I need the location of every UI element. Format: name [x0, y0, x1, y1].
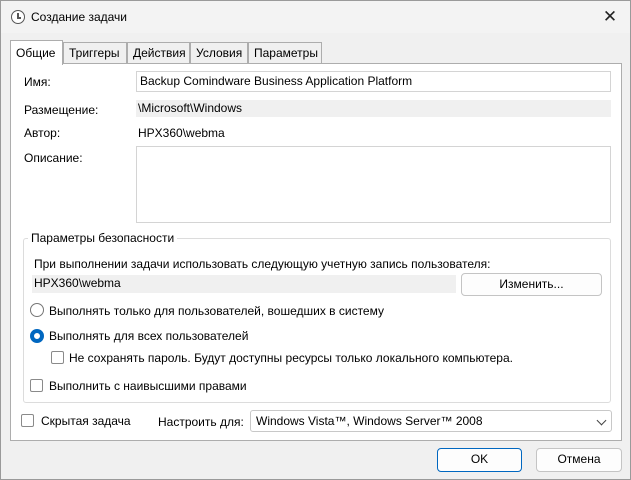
location-value: \Microsoft\Windows — [136, 100, 611, 117]
description-label: Описание: — [24, 151, 83, 165]
title-bar: Создание задачи ✕ — [1, 1, 630, 33]
name-label: Имя: — [24, 75, 51, 89]
radio-all-users[interactable] — [30, 329, 44, 343]
configure-for-select[interactable]: Windows Vista™, Windows Server™ 2008 — [250, 410, 612, 432]
tab-conditions[interactable]: Условия — [190, 42, 248, 63]
configure-for-value: Windows Vista™, Windows Server™ 2008 — [256, 414, 483, 428]
radio-logged-on-label[interactable]: Выполнять только для пользователей, воше… — [49, 304, 384, 318]
checkbox-highest-privileges[interactable] — [30, 379, 43, 392]
name-input[interactable]: Backup Comindware Business Application P… — [136, 71, 611, 92]
tab-general[interactable]: Общие — [10, 40, 63, 65]
configure-for-label: Настроить для: — [158, 415, 244, 429]
cancel-button[interactable]: Отмена — [536, 448, 622, 472]
account-value: HPX360\webma — [32, 275, 456, 293]
radio-all-users-label[interactable]: Выполнять для всех пользователей — [49, 329, 248, 343]
close-button[interactable]: ✕ — [597, 5, 623, 29]
window-title: Создание задачи — [31, 10, 127, 24]
clock-icon — [11, 10, 25, 24]
change-account-button[interactable]: Изменить... — [461, 273, 602, 296]
checkbox-hidden-task[interactable] — [21, 414, 34, 427]
tab-actions[interactable]: Действия — [127, 42, 190, 63]
description-textarea[interactable] — [136, 146, 611, 223]
author-value: HPX360\webma — [138, 126, 225, 140]
ok-button[interactable]: OK — [437, 448, 522, 472]
chevron-down-icon — [596, 415, 607, 426]
security-group-title: Параметры безопасности — [28, 231, 178, 245]
author-label: Автор: — [24, 126, 61, 140]
account-prompt: При выполнении задачи использовать следу… — [34, 257, 491, 271]
checkbox-highest-label[interactable]: Выполнить с наивысшими правами — [49, 379, 247, 393]
checkbox-do-not-store-password[interactable] — [51, 351, 64, 364]
radio-logged-on-only[interactable] — [30, 303, 44, 317]
task-create-dialog: Создание задачи ✕ Общие Триггеры Действи… — [0, 0, 631, 480]
tab-settings[interactable]: Параметры — [248, 42, 322, 63]
hidden-task-label[interactable]: Скрытая задача — [41, 414, 131, 428]
tab-triggers[interactable]: Триггеры — [63, 42, 127, 63]
location-label: Размещение: — [24, 103, 99, 117]
checkbox-no-password-label[interactable]: Не сохранять пароль. Будут доступны ресу… — [69, 351, 513, 365]
